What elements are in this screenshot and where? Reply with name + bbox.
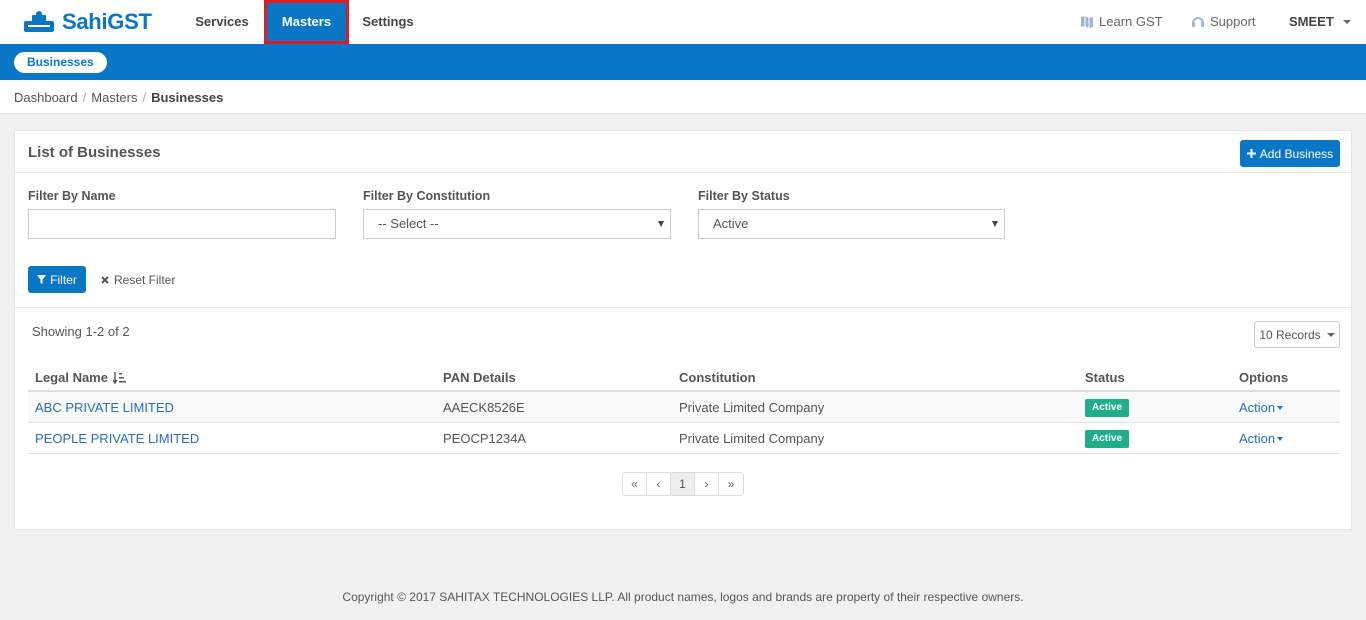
action-label: Action bbox=[1239, 431, 1276, 446]
records-per-page-label: 10 Records bbox=[1259, 327, 1321, 342]
filter-status-select[interactable]: Active bbox=[698, 209, 1005, 239]
action-label: Action bbox=[1239, 400, 1276, 415]
pan-cell: AAECK8526E bbox=[443, 400, 525, 415]
filter-constitution-value: -- Select -- bbox=[378, 216, 439, 231]
nav-support[interactable]: Support bbox=[1191, 0, 1256, 44]
brand-logo[interactable]: SahiGST bbox=[22, 8, 152, 36]
constitution-cell: Private Limited Company bbox=[679, 400, 825, 415]
pagination: « ‹ 1 › » bbox=[622, 472, 744, 496]
status-badge: Active bbox=[1085, 430, 1130, 448]
page-title: List of Businesses bbox=[28, 144, 161, 161]
nav-support-label: Support bbox=[1210, 14, 1256, 29]
table-row: PEOPLE PRIVATE LIMITED PEOCP1234A Privat… bbox=[28, 423, 1340, 454]
pagination-prev[interactable]: ‹ bbox=[647, 473, 671, 495]
showing-count: Showing 1-2 of 2 bbox=[32, 324, 130, 339]
nav-services[interactable]: Services bbox=[186, 0, 258, 44]
sub-navbar: Businesses bbox=[0, 44, 1366, 80]
filter-name-input[interactable] bbox=[28, 209, 336, 239]
user-menu[interactable]: SMEET bbox=[1289, 0, 1351, 44]
chevron-down-icon bbox=[1277, 436, 1284, 441]
pagination-first[interactable]: « bbox=[623, 473, 647, 495]
constitution-cell: Private Limited Company bbox=[679, 431, 825, 446]
add-business-label: Add Business bbox=[1259, 146, 1334, 161]
nav-masters[interactable]: Masters bbox=[264, 0, 349, 44]
breadcrumb-dashboard[interactable]: Dashboard bbox=[14, 90, 78, 105]
pagination-last[interactable]: » bbox=[719, 473, 743, 495]
breadcrumb: Dashboard / Masters / Businesses bbox=[14, 90, 223, 105]
top-navbar: SahiGST Services Masters Settings Learn … bbox=[0, 0, 1366, 44]
add-business-button[interactable]: Add Business bbox=[1240, 140, 1340, 167]
column-pan-details: PAN Details bbox=[443, 370, 516, 385]
column-status: Status bbox=[1085, 370, 1125, 385]
reset-filter-label: Reset Filter bbox=[114, 272, 176, 287]
status-badge: Active bbox=[1085, 399, 1130, 417]
filter-status-label: Filter By Status bbox=[698, 189, 790, 203]
brand-name: SahiGST bbox=[62, 9, 152, 34]
nav-settings[interactable]: Settings bbox=[354, 0, 422, 44]
dropdown-arrow-icon bbox=[658, 221, 664, 227]
plus-icon bbox=[1246, 149, 1256, 158]
divider bbox=[15, 307, 1351, 308]
user-name: SMEET bbox=[1289, 14, 1334, 29]
filter-name-label: Filter By Name bbox=[28, 189, 116, 203]
footer-copyright: Copyright © 2017 SAHITAX TECHNOLOGIES LL… bbox=[342, 590, 1024, 604]
map-icon bbox=[1081, 16, 1093, 28]
filter-constitution-select[interactable]: -- Select -- bbox=[363, 209, 671, 239]
businesses-panel: List of Businesses Add Business Filter B… bbox=[14, 130, 1352, 530]
column-options: Options bbox=[1239, 370, 1289, 385]
chevron-down-icon bbox=[1326, 332, 1335, 337]
reset-filter-button[interactable]: Reset Filter bbox=[101, 266, 175, 293]
column-legal-name[interactable]: Legal Name bbox=[35, 370, 126, 385]
breadcrumb-separator: / bbox=[82, 90, 87, 105]
pagination-page-1[interactable]: 1 bbox=[671, 473, 695, 495]
action-dropdown[interactable]: Action bbox=[1239, 400, 1284, 415]
column-legal-name-label: Legal Name bbox=[35, 370, 108, 385]
tab-businesses[interactable]: Businesses bbox=[14, 52, 107, 73]
nav-learn-gst[interactable]: Learn GST bbox=[1080, 0, 1163, 44]
breadcrumb-separator: / bbox=[142, 90, 147, 105]
breadcrumb-bar: Dashboard / Masters / Businesses bbox=[0, 80, 1366, 114]
table-header: Legal Name PAN Details Constitution Stat… bbox=[28, 362, 1340, 392]
pagination-next[interactable]: › bbox=[695, 473, 719, 495]
close-icon bbox=[101, 275, 109, 284]
filter-status-value: Active bbox=[713, 216, 749, 231]
dropdown-arrow-icon bbox=[992, 221, 998, 227]
filter-button[interactable]: Filter bbox=[28, 266, 86, 293]
column-constitution: Constitution bbox=[679, 370, 756, 385]
sort-icon bbox=[112, 371, 126, 384]
breadcrumb-current: Businesses bbox=[151, 90, 224, 105]
pan-cell: PEOCP1234A bbox=[443, 431, 527, 446]
panel-header: List of Businesses Add Business bbox=[15, 131, 1351, 173]
funnel-icon bbox=[37, 275, 47, 284]
records-per-page-dropdown[interactable]: 10 Records bbox=[1254, 321, 1340, 348]
nav-learn-label: Learn GST bbox=[1099, 14, 1163, 29]
legal-name-link[interactable]: PEOPLE PRIVATE LIMITED bbox=[35, 431, 199, 446]
breadcrumb-masters[interactable]: Masters bbox=[91, 90, 137, 105]
chevron-down-icon bbox=[1342, 20, 1351, 24]
action-dropdown[interactable]: Action bbox=[1239, 431, 1284, 446]
legal-name-link[interactable]: ABC PRIVATE LIMITED bbox=[35, 400, 174, 415]
table-row: ABC PRIVATE LIMITED AAECK8526E Private L… bbox=[28, 392, 1340, 423]
chevron-down-icon bbox=[1277, 405, 1284, 410]
support-icon bbox=[1192, 17, 1204, 27]
logo-icon bbox=[24, 11, 54, 32]
businesses-table: Legal Name PAN Details Constitution Stat… bbox=[28, 362, 1340, 454]
filter-button-label: Filter bbox=[50, 272, 77, 287]
filter-constitution-label: Filter By Constitution bbox=[363, 189, 491, 203]
